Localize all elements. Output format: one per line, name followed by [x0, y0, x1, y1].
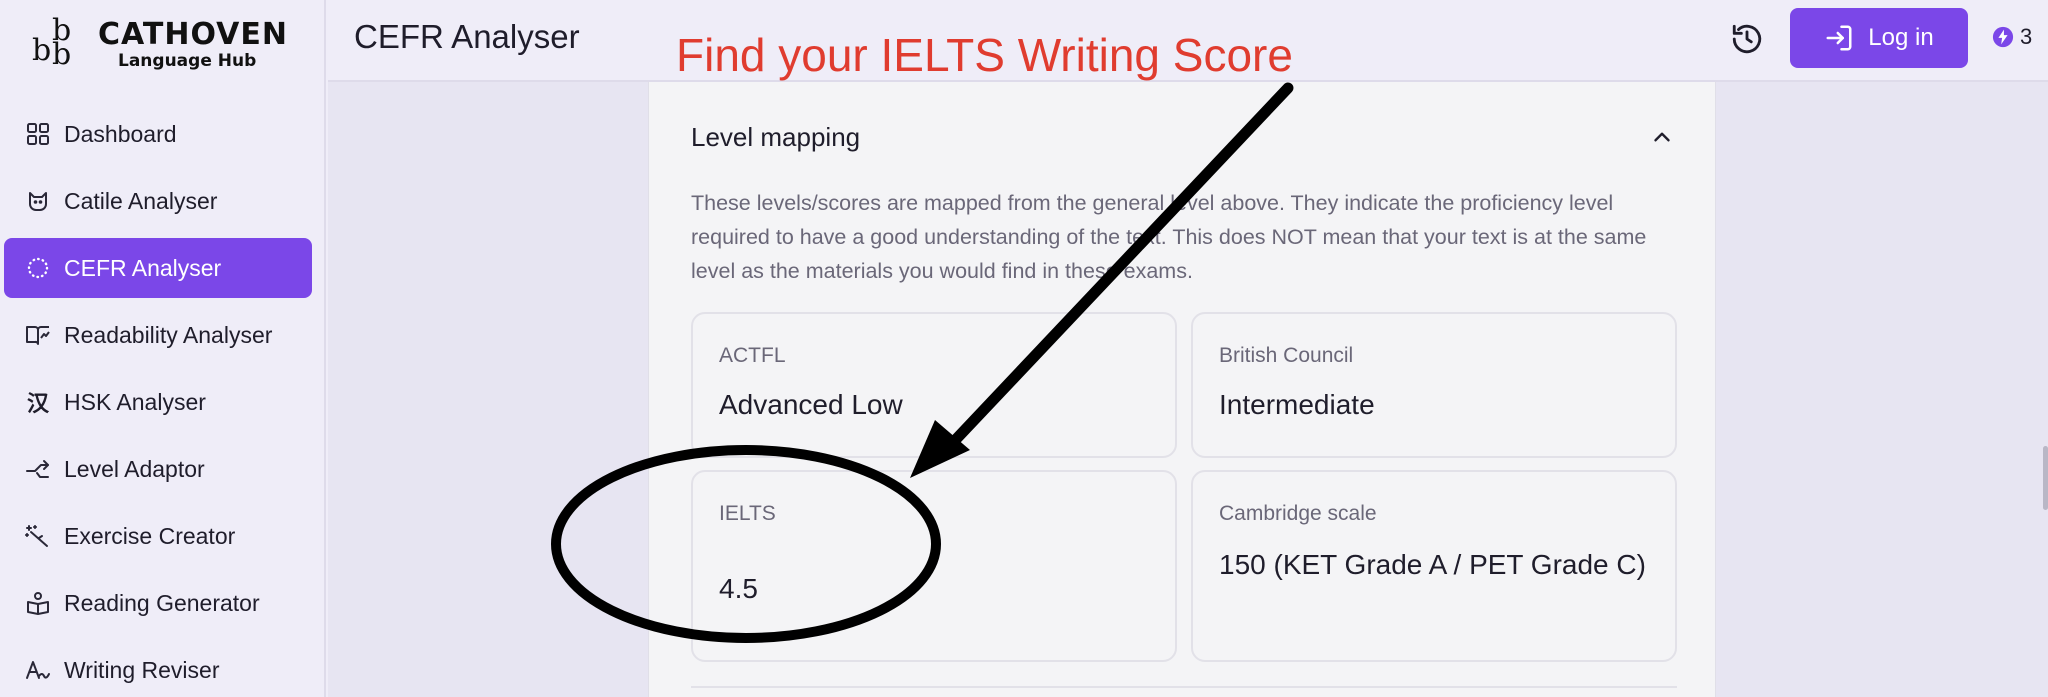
card-label: British Council — [1219, 344, 1354, 367]
brand-subtitle: Language Hub — [118, 50, 257, 71]
page-title: CEFR Analyser — [354, 18, 580, 55]
sidebar-item-level-adaptor[interactable]: Level Adaptor — [4, 439, 312, 499]
sidebar-item-label: Writing Reviser — [64, 656, 220, 683]
handwriting-icon — [24, 656, 52, 684]
card-value: Advanced Low — [719, 389, 903, 420]
sidebar-item-readability-analyser[interactable]: Readability Analyser — [4, 305, 312, 365]
history-icon[interactable] — [1730, 22, 1764, 56]
sidebar-item-label: CEFR Analyser — [64, 254, 222, 281]
sidebar-item-label: HSK Analyser — [64, 388, 206, 415]
login-label: Log in — [1868, 24, 1934, 51]
level-mapping-panel: Level mapping These levels/scores are ma… — [648, 82, 1716, 697]
lightning-icon — [1992, 26, 2014, 48]
sidebar-item-writing-reviser[interactable]: Writing Reviser — [4, 640, 312, 697]
book-chart-icon — [24, 321, 52, 349]
dotted-circle-icon — [24, 254, 52, 282]
brand-logo[interactable]: b b b CATHOVEN Language Hub — [30, 14, 288, 76]
ielts-card: IELTS 4.5 — [691, 470, 1177, 662]
card-value: 4.5 — [719, 573, 758, 604]
annotation-text: Find your IELTS Writing Score — [676, 29, 1293, 81]
card-label: Cambridge scale — [1219, 502, 1377, 525]
sidebar-item-label: Catile Analyser — [64, 187, 218, 214]
card-value: Intermediate — [1219, 389, 1375, 420]
actfl-card: ACTFL Advanced Low — [691, 312, 1177, 458]
sidebar-nav: Dashboard Catile Analyser CEFR Analyser … — [4, 104, 312, 697]
sidebar-item-label: Exercise Creator — [64, 522, 236, 549]
sidebar-item-hsk-analyser[interactable]: 汉 HSK Analyser — [4, 372, 312, 432]
cambridge-scale-card: Cambridge scale 150 (KET Grade A / PET G… — [1191, 470, 1677, 662]
card-label: IELTS — [719, 502, 776, 525]
logo-mark-icon: b b b — [32, 13, 72, 72]
divider — [691, 686, 1677, 688]
sidebar-item-cefr-analyser[interactable]: CEFR Analyser — [4, 238, 312, 298]
cat-icon — [24, 187, 52, 215]
panel-description: These levels/scores are mapped from the … — [691, 191, 1647, 283]
panel-title: Level mapping — [691, 122, 861, 152]
sidebar-item-exercise-creator[interactable]: Exercise Creator — [4, 506, 312, 566]
sidebar-item-catile-analyser[interactable]: Catile Analyser — [4, 171, 312, 231]
sidebar: b b b CATHOVEN Language Hub Dashboard Ca… — [0, 0, 326, 697]
british-council-card: British Council Intermediate — [1191, 312, 1677, 458]
magic-wand-icon — [24, 522, 52, 550]
reader-icon — [24, 589, 52, 617]
branch-arrow-icon — [24, 455, 52, 483]
brand-name: CATHOVEN — [98, 17, 288, 53]
chinese-char-icon: 汉 — [26, 392, 49, 417]
credits-count: 3 — [2020, 24, 2033, 49]
scrollbar-thumb[interactable] — [2043, 446, 2048, 510]
chevron-up-icon[interactable] — [1649, 124, 1675, 150]
card-value: 150 (KET Grade A / PET Grade C) — [1219, 549, 1646, 580]
sidebar-item-label: Readability Analyser — [64, 321, 273, 348]
sidebar-item-label: Dashboard — [64, 120, 177, 147]
sidebar-item-dashboard[interactable]: Dashboard — [4, 104, 312, 164]
sidebar-item-reading-generator[interactable]: Reading Generator — [4, 573, 312, 633]
grid-icon — [24, 120, 52, 148]
card-label: ACTFL — [719, 344, 786, 367]
sidebar-item-label: Reading Generator — [64, 589, 260, 616]
credits-counter[interactable]: 3 — [1992, 24, 2032, 50]
login-icon — [1824, 23, 1854, 53]
sidebar-item-label: Level Adaptor — [64, 455, 205, 482]
login-button[interactable]: Log in — [1790, 8, 1968, 68]
